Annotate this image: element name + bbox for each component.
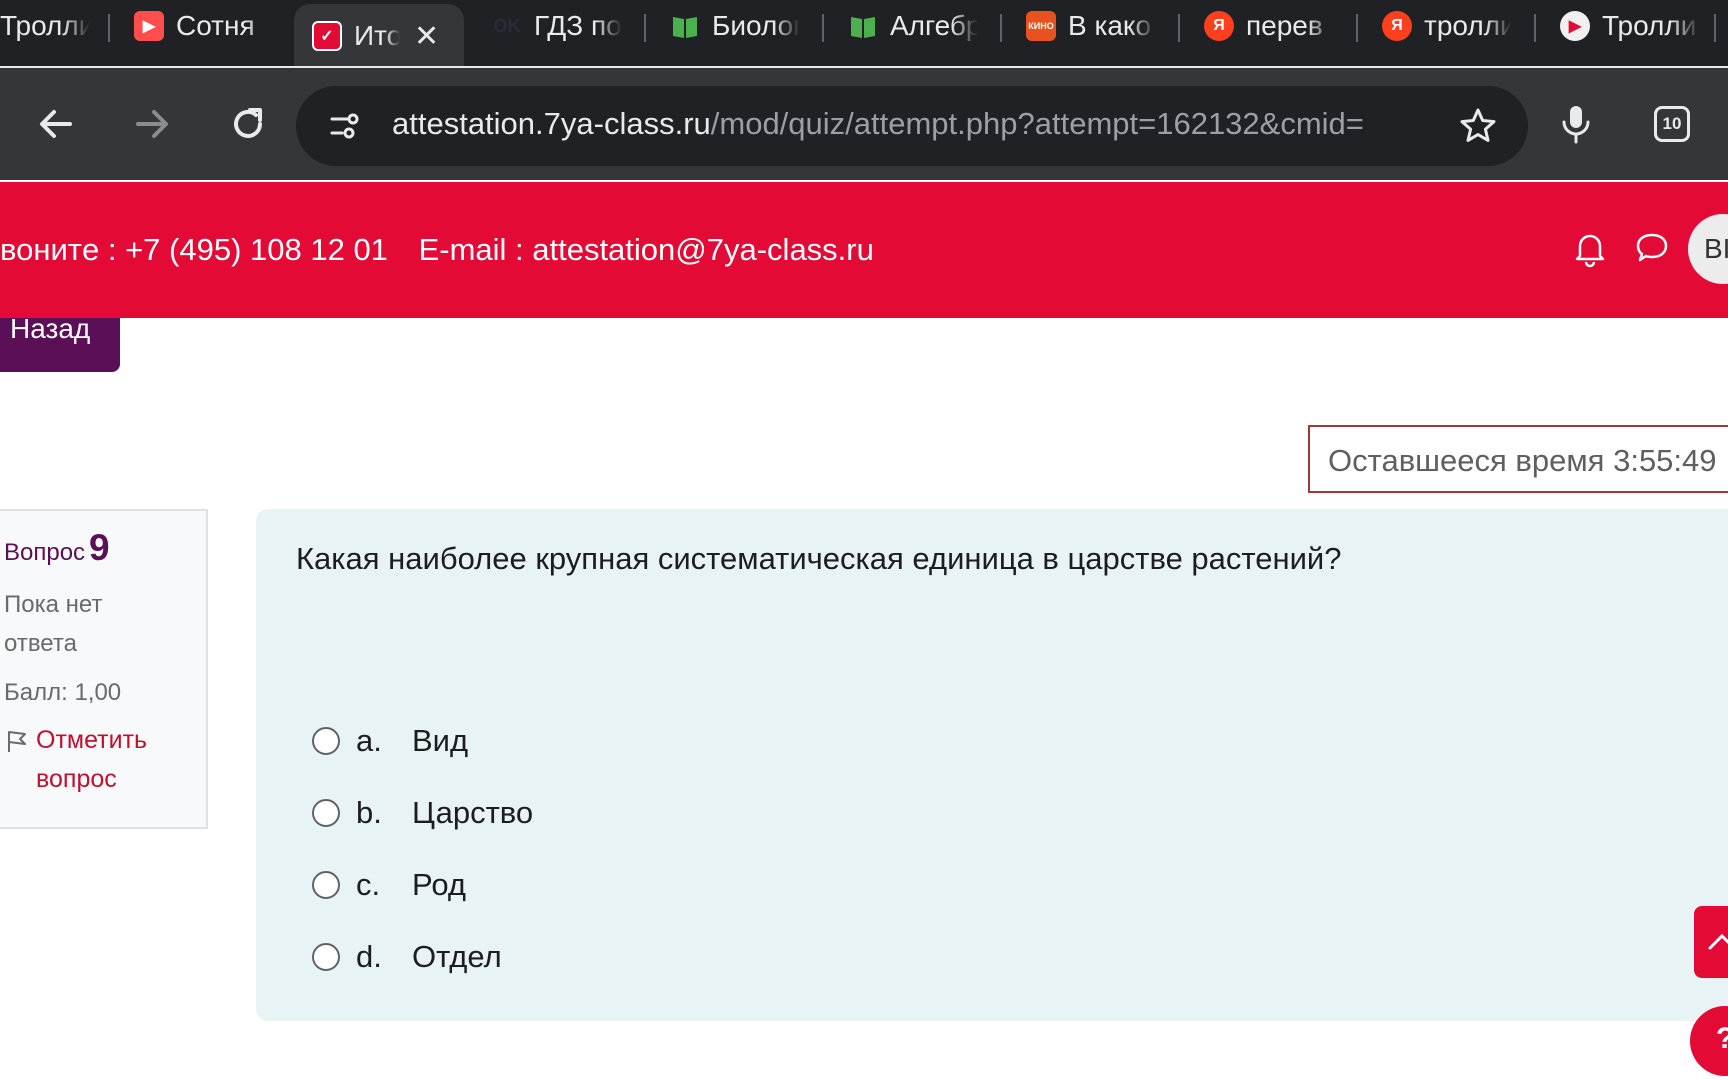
- answer-text: Род: [412, 867, 466, 902]
- flag-question-link[interactable]: Отметить вопрос: [4, 721, 194, 799]
- tab-switcher-icon[interactable]: 10: [1642, 94, 1702, 154]
- site-header: вонитe : +7 (495) 108 12 01 E-mail : att…: [0, 182, 1728, 318]
- answer-letter: a.: [356, 723, 382, 758]
- tab-title: тролли: [1424, 10, 1512, 41]
- header-email[interactable]: E-mail : attestation@7ya-class.ru: [419, 232, 874, 267]
- site-settings-icon[interactable]: [328, 108, 364, 149]
- tab-title: Алгебр: [890, 10, 978, 41]
- radio-button[interactable]: [312, 799, 340, 827]
- chevron-up-icon: [1708, 933, 1728, 950]
- browser-tab[interactable]: Я перев: [1204, 0, 1334, 52]
- flag-question-label: Отметить вопрос: [36, 726, 148, 793]
- browser-tab[interactable]: ▶ Сотня: [134, 0, 284, 52]
- answer-option-d[interactable]: d. Отдел: [312, 921, 533, 993]
- notification-bell-icon[interactable]: [1570, 228, 1610, 268]
- question-text: Какая наиболее крупная систематическая е…: [296, 541, 1342, 576]
- tab-separator: [1178, 14, 1180, 42]
- browser-tab[interactable]: Биолог: [670, 0, 800, 52]
- forward-arrow-icon[interactable]: [122, 94, 182, 154]
- reload-icon[interactable]: [218, 94, 278, 154]
- answer-letter: d.: [356, 939, 382, 974]
- tab-separator: [1714, 14, 1716, 42]
- browser-tab[interactable]: OK ГДЗ по: [492, 0, 622, 52]
- scroll-to-top-button[interactable]: [1694, 906, 1728, 978]
- question-grade: Балл: 1,00: [4, 679, 122, 706]
- header-phone[interactable]: вонитe : +7 (495) 108 12 01: [0, 232, 388, 267]
- book-icon: [848, 11, 878, 41]
- question-state: Пока нет ответа: [4, 591, 103, 657]
- video-play-icon: ▶: [1560, 11, 1590, 41]
- messages-chat-icon[interactable]: [1632, 228, 1672, 268]
- back-button[interactable]: Назад: [0, 315, 120, 372]
- video-play-icon: ▶: [134, 11, 164, 41]
- tab-title: В како: [1068, 10, 1152, 41]
- question-number-label: Вопрос: [4, 539, 86, 566]
- tab-separator: [644, 14, 646, 42]
- tab-separator: [1356, 14, 1358, 42]
- microphone-icon[interactable]: [1546, 94, 1606, 154]
- answer-option-c[interactable]: c. Род: [312, 849, 533, 921]
- tab-title: ГДЗ по: [534, 10, 622, 41]
- bookmark-star-icon[interactable]: [1458, 106, 1498, 151]
- question-content: Какая наиболее крупная систематическая е…: [256, 509, 1728, 1021]
- browser-tab-active[interactable]: ✓ Итог ✕: [294, 4, 464, 68]
- quiz-timer: Оставшееся время 3:55:49: [1308, 425, 1728, 493]
- url-path: /mod/quiz/attempt.php?attempt=162132&cmi…: [710, 106, 1364, 141]
- tab-title: перев: [1246, 10, 1323, 41]
- flag-icon: [4, 727, 30, 766]
- back-arrow-icon[interactable]: [26, 94, 86, 154]
- answer-text: Отдел: [412, 939, 502, 974]
- url-host: attestation.7ya-class.ru: [392, 106, 711, 141]
- tab-separator: [1000, 14, 1002, 42]
- tab-title: Тролли: [0, 10, 90, 41]
- browser-tab[interactable]: Тролли: [0, 0, 96, 52]
- browser-toolbar: attestation.7ya-class.ru/mod/quiz/attemp…: [0, 68, 1728, 180]
- answer-text: Вид: [412, 723, 469, 758]
- tab-separator: [108, 14, 110, 42]
- answer-option-a[interactable]: a. Вид: [312, 705, 533, 777]
- radio-button[interactable]: [312, 727, 340, 755]
- header-contacts: вонитe : +7 (495) 108 12 01 E-mail : att…: [0, 232, 896, 268]
- tab-title: Тролли: [1602, 10, 1697, 41]
- answer-option-b[interactable]: b. Царство: [312, 777, 533, 849]
- tab-separator: [822, 14, 824, 42]
- tab-title: Итог: [354, 20, 400, 51]
- tab-separator: [1534, 14, 1536, 42]
- kinoafisha-icon: КИНО: [1026, 11, 1056, 41]
- answer-letter: c.: [356, 867, 381, 902]
- tab-count: 10: [1654, 106, 1690, 142]
- question-info-panel: Вопрос 9 Пока нет ответа Балл: 1,00 Отмет…: [0, 509, 208, 829]
- question-number: Вопрос 9: [4, 527, 206, 569]
- answer-letter: b.: [356, 795, 382, 830]
- close-tab-icon[interactable]: ✕: [414, 19, 439, 54]
- quiz-site-icon: ✓: [312, 21, 342, 51]
- answer-text: Царство: [412, 795, 534, 830]
- browser-tab[interactable]: Я тролли: [1382, 0, 1512, 52]
- address-bar[interactable]: attestation.7ya-class.ru/mod/quiz/attemp…: [296, 86, 1528, 166]
- answer-options: a. Вид b. Царство c. Род d. Отдел: [312, 705, 533, 993]
- browser-tab[interactable]: Алгебр: [848, 0, 978, 52]
- browser-tab[interactable]: КИНО В како: [1026, 0, 1156, 52]
- yandex-icon: Я: [1204, 11, 1234, 41]
- browser-tab[interactable]: ▶ Тролли: [1560, 0, 1700, 52]
- ok-icon: OK: [493, 15, 521, 36]
- browser-tab-strip: Тролли ▶ Сотня ✓ Итог ✕ OK ГДЗ по Биолог…: [0, 0, 1728, 68]
- tab-title: Биолог: [712, 10, 800, 41]
- question-mark-icon: ?: [1716, 1022, 1728, 1055]
- url-text[interactable]: attestation.7ya-class.ru/mod/quiz/attemp…: [392, 106, 1412, 142]
- radio-button[interactable]: [312, 871, 340, 899]
- yandex-icon: Я: [1382, 11, 1412, 41]
- radio-button[interactable]: [312, 943, 340, 971]
- question-number-value: 9: [89, 527, 110, 568]
- tab-title: Сотня: [176, 10, 255, 41]
- book-icon: [670, 11, 700, 41]
